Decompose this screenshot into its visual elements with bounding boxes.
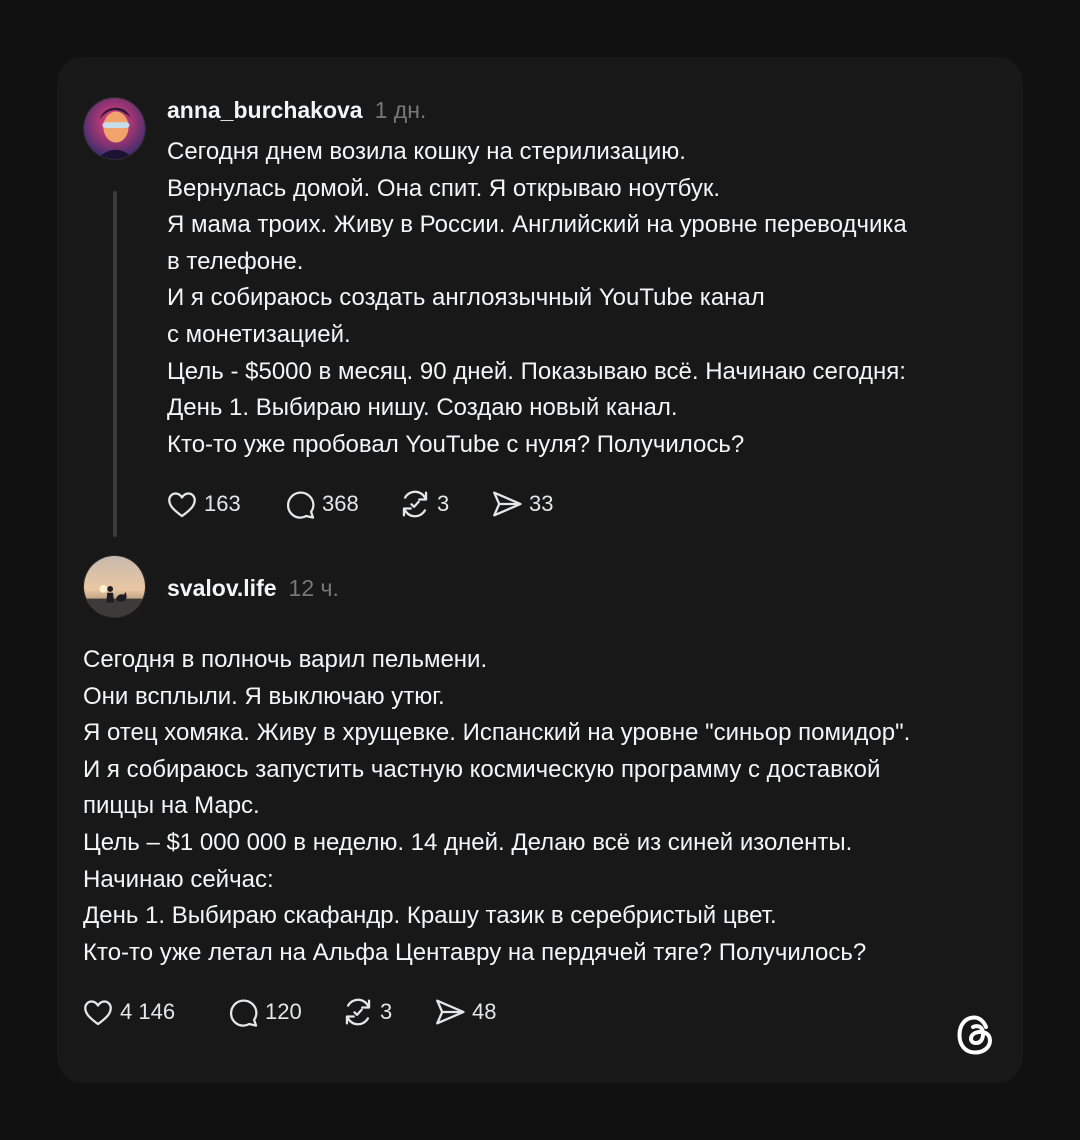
like-count: 4 146 (120, 999, 176, 1024)
comment-count: 120 (265, 999, 302, 1024)
like-count: 163 (204, 491, 241, 516)
avatar-svalov[interactable] (83, 555, 146, 618)
repost-count: 3 (380, 999, 393, 1024)
post-line: с монетизацией. (167, 320, 351, 348)
comment-button[interactable]: 120 (226, 995, 341, 1029)
post-line: Цель - $5000 в месяц. 90 дней. Показываю… (167, 357, 906, 385)
share-button[interactable]: 48 (433, 995, 496, 1029)
post-line: Цель – $1 000 000 в неделю. 14 дней. Дел… (83, 828, 853, 856)
post-line: Я мама троих. Живу в России. Английский … (167, 211, 907, 239)
post-line: День 1. Выбираю скафандр. Крашу тазик в … (83, 902, 777, 930)
post-line: в телефоне. (167, 247, 304, 275)
post-line: Сегодня днем возила кошку на стерилизаци… (167, 138, 686, 165)
post-line: Вернулась домой. Она спит. Я открываю но… (167, 174, 721, 202)
post-line: Я отец хомяка. Живу в хрущевке. Испански… (83, 719, 911, 747)
share-send-icon (436, 999, 465, 1025)
repost-icon (402, 490, 428, 518)
share-count: 48 (472, 999, 497, 1024)
share-send-icon (493, 491, 522, 517)
post-line: Они всплыли. Я выключаю утюг. (83, 682, 445, 710)
post-text: Сегодня днем возила кошку на стерилизаци… (167, 134, 907, 463)
post-line: И я собираюсь запустить частную космичес… (83, 755, 881, 783)
post-text: Сегодня в полночь варил пельмени. Они вс… (83, 642, 910, 971)
post-line: пиццы на Марс. (83, 792, 260, 820)
repost-button[interactable]: 3 (341, 995, 433, 1029)
username[interactable]: anna_burchakova (167, 97, 363, 124)
like-button[interactable]: 163 (165, 487, 283, 521)
threads-logo-icon (957, 1015, 993, 1055)
repost-button[interactable]: 3 (398, 487, 490, 521)
post-line: Начинаю сейчас: (83, 865, 274, 893)
post-line: Кто-то уже летал на Альфа Центавру на пе… (83, 938, 867, 966)
share-count: 33 (529, 491, 554, 516)
heart-icon (168, 492, 196, 518)
repost-icon (345, 998, 371, 1026)
post-line: День 1. Выбираю нишу. Создаю новый канал… (167, 394, 678, 422)
post-actions: 4 146 120 3 48 (81, 996, 496, 1028)
avatar-image (84, 556, 145, 617)
avatar-image (84, 98, 145, 159)
post-header: svalov.life 12 ч. (167, 575, 339, 602)
post-time[interactable]: 12 ч. (289, 575, 339, 602)
threads-card: anna_burchakova 1 дн. Сегодня днем возил… (57, 57, 1023, 1083)
post-line: И я собираюсь создать англоязычный YouTu… (167, 284, 765, 312)
post-time[interactable]: 1 дн. (375, 97, 427, 124)
post-header: anna_burchakova 1 дн. (167, 97, 426, 124)
comment-bubble-icon (229, 999, 258, 1027)
share-button[interactable]: 33 (490, 487, 553, 521)
heart-icon (84, 1000, 112, 1026)
comment-bubble-icon (286, 491, 315, 519)
like-button[interactable]: 4 146 (81, 995, 226, 1029)
comment-count: 368 (322, 491, 359, 516)
post-line: Кто-то уже пробовал YouTube с нуля? Полу… (167, 430, 745, 458)
post-actions: 163 368 3 33 (165, 488, 553, 520)
avatar-anna[interactable] (83, 97, 146, 160)
repost-count: 3 (437, 491, 450, 516)
username[interactable]: svalov.life (167, 575, 277, 602)
thread-connector-line (113, 191, 117, 537)
comment-button[interactable]: 368 (283, 487, 398, 521)
post-line: Сегодня в полночь варил пельмени. (83, 646, 488, 673)
